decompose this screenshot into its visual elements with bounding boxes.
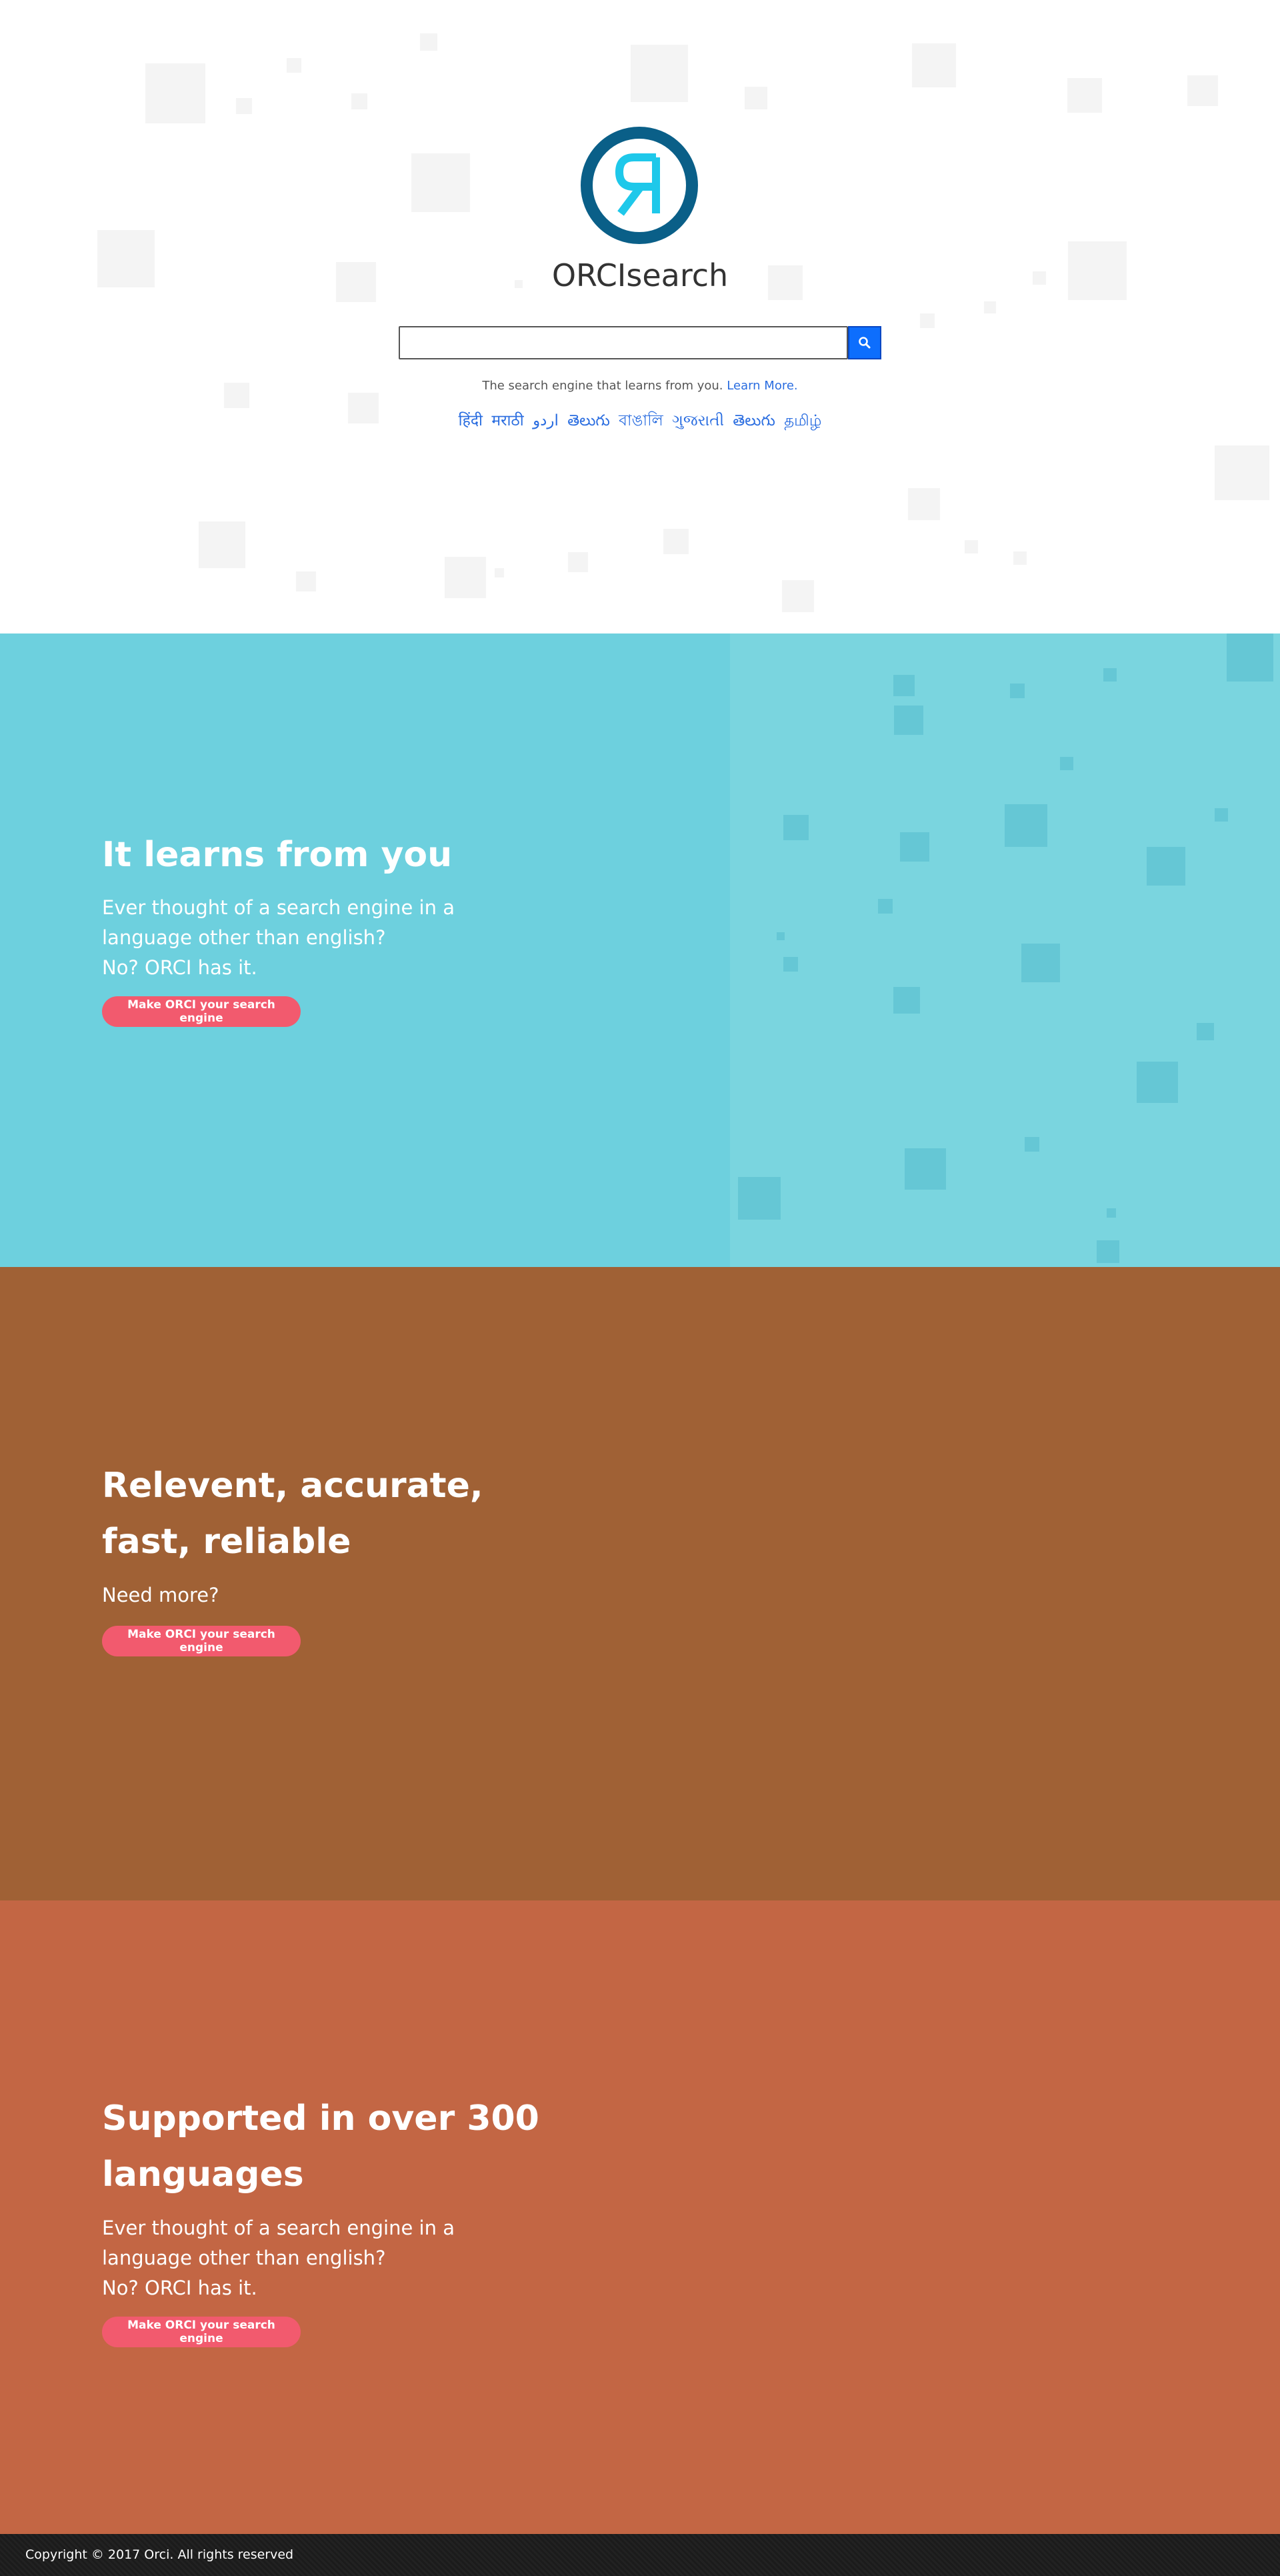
decor-square [894,706,923,735]
search-icon [859,337,871,349]
decor-square [568,552,588,572]
feature-title: Relevent, accurate, fast, reliable [102,1458,569,1570]
decor-square [745,87,767,109]
decor-square [1010,684,1025,698]
make-default-button[interactable]: Make ORCI your search engine [102,2317,301,2347]
language-link-marathi[interactable]: मराठी [491,412,523,429]
decor-square [893,675,915,696]
decor-square [351,93,367,109]
hero-section: ORCIsearch The search engine that learns… [0,0,1280,633]
decor-square [1197,1023,1214,1040]
feature-text-line: No? ORCI has it. [102,956,257,979]
decor-square [1060,757,1073,770]
feature-text-line: Need more? [102,1584,219,1606]
decor-square [1147,847,1185,886]
language-link-bengali[interactable]: বাঙালি [619,412,663,429]
feature-description: Ever thought of a search engine in a lan… [102,2213,475,2303]
decor-square [984,301,996,313]
feature-text-line: Ever thought of a search engine in a [102,896,455,919]
footer: Copyright © 2017 Orci. All rights reserv… [0,2534,1280,2576]
feature-title-line: It learns from you [102,835,453,875]
learn-more-link[interactable]: Learn More. [727,379,797,393]
decor-square [631,45,688,102]
decor-square [296,571,316,591]
decor-square [1021,944,1060,982]
decor-square [920,313,935,328]
feature-text-line: language other than english? [102,926,386,949]
decor-square [893,987,920,1014]
search-bar [399,326,881,359]
decor-square [411,153,470,212]
decor-square [1067,78,1102,113]
language-link-hindi[interactable]: हिंदी [459,412,483,429]
feature-text-line: No? ORCI has it. [102,2277,257,2299]
language-links: हिंदी मराठी اردو తెలుగు বাঙালি ગુજરાતી త… [0,408,1280,434]
decor-square [1013,551,1027,565]
feature-title-line: Relevent, accurate, [102,1466,483,1506]
decor-square [783,815,809,840]
decor-square [199,521,245,568]
decor-square [1137,1062,1178,1103]
decor-square [495,568,504,577]
decor-square [1107,1208,1116,1218]
feature-title: Supported in over 300 languages [102,2091,569,2203]
language-link-gujarati[interactable]: ગુજરાતી [672,412,724,429]
make-default-button[interactable]: Make ORCI your search engine [102,1626,301,1656]
decor-square [1215,445,1269,500]
feature-title: It learns from you [102,827,569,883]
feature-title-line: Supported in over 300 [102,2099,539,2139]
decor-square [1215,808,1228,822]
decor-square [1025,1137,1039,1152]
tagline-text: The search engine that learns from you. [482,379,723,393]
decor-square [905,1148,946,1190]
decor-square [420,33,437,51]
language-link-urdu[interactable]: اردو [533,412,559,429]
decor-square [1187,75,1218,106]
logo-glyph [615,153,660,216]
decor-panel [730,633,1280,1267]
feature-description: Ever thought of a search engine in a lan… [102,893,475,983]
copyright-text: Copyright © 2017 Orci. All rights reserv… [25,2547,294,2562]
language-link-tamil[interactable]: தமிழ் [784,412,821,429]
feature-description: Need more? [102,1580,475,1610]
feature-section-relevant: Relevent, accurate, fast, reliable Need … [0,1267,1280,1900]
decor-square [1005,804,1047,847]
decor-square [908,488,940,520]
decor-square [738,1177,781,1220]
orci-logo [581,127,698,244]
decor-square [878,899,893,914]
feature-title-line: fast, reliable [102,1522,351,1562]
decor-square [965,540,978,553]
decor-square [1103,668,1117,682]
feature-text-line: language other than english? [102,2247,386,2269]
decor-square [783,957,798,972]
language-link-telugu[interactable]: తెలుగు [567,412,610,429]
decor-square [445,557,486,598]
language-link-telugu-2[interactable]: తెలుగు [733,412,775,429]
tagline: The search engine that learns from you. … [0,379,1280,393]
decor-square [777,932,785,940]
search-button[interactable] [848,326,881,359]
feature-title-line: languages [102,2155,304,2195]
decor-square [236,98,252,114]
decor-square [145,63,205,123]
decor-square [287,58,301,73]
decor-square [782,580,814,612]
search-input[interactable] [399,326,848,359]
decor-square [1227,633,1273,682]
decor-square [900,832,929,862]
decor-square [663,529,689,554]
decor-square [1097,1240,1119,1263]
make-default-button[interactable]: Make ORCI your search engine [102,996,301,1027]
feature-section-learns: It learns from you Ever thought of a sea… [0,633,1280,1267]
feature-section-languages: Supported in over 300 languages Ever tho… [0,1900,1280,2534]
brand-title: ORCIsearch [551,257,729,293]
feature-text-line: Ever thought of a search engine in a [102,2217,455,2239]
decor-square [912,43,956,87]
